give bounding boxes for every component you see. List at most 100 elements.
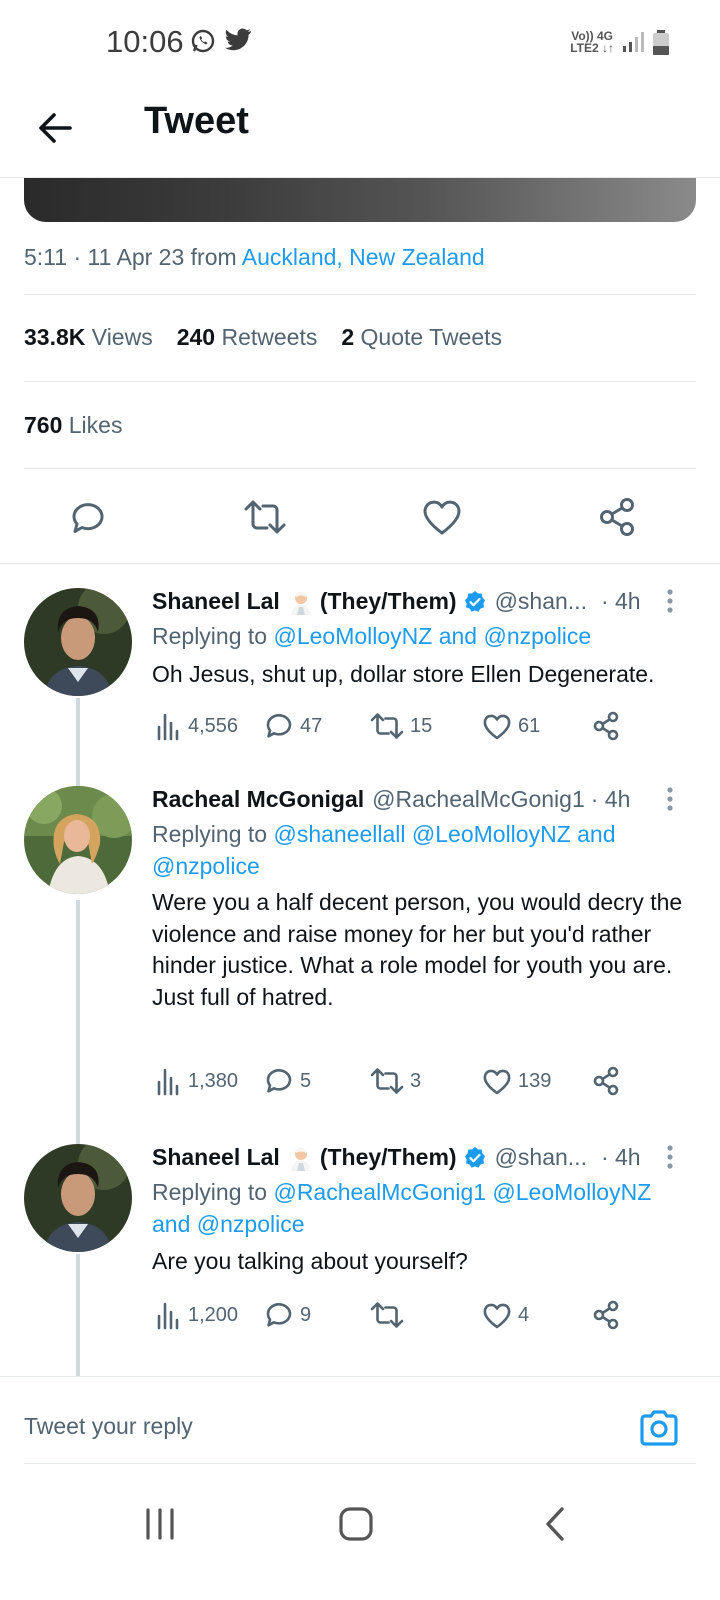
tweet-timestamp: 5:11 · 11 Apr 23 from Auckland, New Zeal… bbox=[24, 244, 485, 271]
share-icon bbox=[593, 1066, 619, 1096]
reply-input[interactable]: Tweet your reply bbox=[24, 1413, 193, 1440]
quotes-count: 2 bbox=[341, 324, 355, 350]
back-nav-icon[interactable] bbox=[536, 1504, 576, 1544]
divider bbox=[0, 563, 720, 564]
reply-text: Were you a half decent person, you would… bbox=[152, 889, 683, 1010]
avatar[interactable] bbox=[24, 786, 132, 894]
reply-text: Oh Jesus, shut up, dollar store Ellen De… bbox=[152, 661, 655, 687]
views-count: 1,380 bbox=[188, 1069, 239, 1092]
comment-action[interactable]: 47 bbox=[264, 708, 322, 744]
system-navigation-bar bbox=[0, 1466, 720, 1600]
author-handle[interactable]: @shan... bbox=[495, 1144, 587, 1171]
reply-composer[interactable]: Tweet your reply bbox=[0, 1376, 720, 1466]
author-pronouns: (They/Them) bbox=[319, 1144, 457, 1170]
reply-actions: 4,556 47 15 61 bbox=[152, 708, 672, 744]
more-options-icon[interactable] bbox=[664, 588, 676, 616]
like-icon bbox=[483, 1303, 511, 1329]
more-options-icon[interactable] bbox=[664, 1144, 676, 1172]
views-count: 1,200 bbox=[188, 1303, 239, 1326]
status-bar: 10:06 Vo)) 4G LTE2 ↓↑ bbox=[0, 0, 720, 88]
tweet-media-image[interactable] bbox=[24, 178, 696, 222]
reply-icon bbox=[266, 1303, 292, 1327]
replying-mentions[interactable]: @shaneellall @LeoMolloyNZ and bbox=[273, 821, 615, 847]
replying-mentions-continued[interactable]: @nzpolice bbox=[152, 853, 260, 879]
divider bbox=[24, 381, 696, 382]
views-count: 33.8K bbox=[24, 324, 86, 350]
replying-mentions-continued[interactable]: and @nzpolice bbox=[152, 1211, 305, 1237]
reply-icon bbox=[266, 1069, 292, 1093]
reply-header: Shaneel Lal (They/Them) @shan... · 4h bbox=[152, 1144, 641, 1171]
camera-icon[interactable] bbox=[638, 1409, 680, 1447]
share-action[interactable] bbox=[592, 1297, 622, 1333]
reply-time: · 4h bbox=[590, 786, 631, 812]
replying-to: Replying to @LeoMolloyNZ and @nzpolice bbox=[152, 620, 692, 652]
reply-actions: 1,380 5 3 139 bbox=[152, 1063, 672, 1099]
retweets-count: 15 bbox=[410, 714, 433, 737]
comment-action[interactable]: 5 bbox=[264, 1063, 311, 1099]
retweets-label: Retweets bbox=[221, 324, 318, 350]
quote-tweets-stat[interactable]: 2 Quote Tweets bbox=[341, 324, 502, 351]
avatar[interactable] bbox=[24, 588, 132, 696]
views-action[interactable]: 1,200 bbox=[156, 1297, 238, 1333]
emoji-icon bbox=[288, 1145, 314, 1171]
tweet-action-bar bbox=[0, 495, 720, 555]
analytics-icon bbox=[157, 713, 179, 741]
verified-badge-icon bbox=[463, 590, 487, 614]
reply-actions: 1,200 9 4 bbox=[152, 1297, 672, 1333]
views-action[interactable]: 4,556 bbox=[156, 708, 238, 744]
tweet-location-link[interactable]: Auckland, New Zealand bbox=[242, 244, 485, 270]
comments-count: 47 bbox=[300, 714, 323, 737]
like-action[interactable]: 139 bbox=[482, 1063, 551, 1099]
retweets-stat[interactable]: 240 Retweets bbox=[177, 324, 318, 351]
reply-header: Shaneel Lal (They/Them) @shan... · 4h bbox=[152, 588, 641, 615]
likes-count: 139 bbox=[518, 1069, 552, 1092]
recent-apps-icon[interactable] bbox=[140, 1504, 180, 1544]
replying-mentions[interactable]: @RachealMcGonig1 @LeoMolloyNZ bbox=[273, 1179, 651, 1205]
replying-to: Replying to @RachealMcGonig1 @LeoMolloyN… bbox=[152, 1176, 692, 1240]
reply-icon[interactable] bbox=[66, 495, 110, 539]
likes-label: Likes bbox=[68, 412, 123, 438]
replying-to: Replying to @shaneellall @LeoMolloyNZ an… bbox=[152, 818, 692, 882]
author-name[interactable]: Racheal McGonigal bbox=[152, 786, 364, 813]
quotes-label: Quote Tweets bbox=[360, 324, 503, 350]
retweet-icon bbox=[370, 713, 404, 739]
author-name[interactable]: Shaneel Lal bbox=[152, 1144, 280, 1171]
back-arrow-icon[interactable] bbox=[36, 108, 76, 148]
network-bottom-label: LTE2 ↓↑ bbox=[570, 41, 614, 55]
signal-icon bbox=[622, 30, 644, 59]
retweet-action[interactable]: 3 bbox=[370, 1063, 421, 1099]
author-handle[interactable]: @RachealMcGonig1 bbox=[372, 786, 585, 813]
replying-mentions[interactable]: @LeoMolloyNZ and @nzpolice bbox=[273, 623, 591, 649]
author-name[interactable]: Shaneel Lal bbox=[152, 588, 280, 615]
reply-tweet[interactable]: Shaneel Lal (They/Them) @shan... · 4h Re… bbox=[0, 588, 720, 778]
like-icon[interactable] bbox=[420, 495, 464, 539]
likes-stat[interactable]: 760 Likes bbox=[24, 412, 122, 439]
divider bbox=[24, 294, 696, 295]
home-icon[interactable] bbox=[336, 1504, 376, 1544]
retweet-action[interactable]: 15 bbox=[370, 708, 432, 744]
like-action[interactable]: 61 bbox=[482, 708, 540, 744]
more-options-icon[interactable] bbox=[664, 786, 676, 814]
share-action[interactable] bbox=[592, 708, 622, 744]
status-app-icons bbox=[190, 28, 252, 59]
retweet-icon[interactable] bbox=[242, 495, 286, 539]
reply-text: Are you talking about yourself? bbox=[152, 1248, 468, 1274]
share-icon[interactable] bbox=[596, 495, 640, 539]
avatar[interactable] bbox=[24, 1144, 132, 1252]
share-action[interactable] bbox=[592, 1063, 622, 1099]
divider bbox=[24, 468, 696, 469]
comment-action[interactable]: 9 bbox=[264, 1297, 311, 1333]
status-indicators: Vo)) 4G LTE2 ↓↑ bbox=[570, 30, 670, 61]
battery-icon bbox=[652, 30, 670, 61]
like-action[interactable]: 4 bbox=[482, 1297, 529, 1333]
status-time: 10:06 bbox=[106, 24, 184, 59]
retweet-action[interactable] bbox=[370, 1297, 410, 1333]
emoji-icon bbox=[288, 589, 314, 615]
twitter-icon bbox=[224, 28, 252, 59]
reply-tweet[interactable]: Racheal McGonigal @RachealMcGonig1 · 4h … bbox=[0, 786, 720, 1126]
replying-prefix: Replying to bbox=[152, 821, 274, 847]
author-handle[interactable]: @shan... bbox=[495, 588, 587, 615]
views-action[interactable]: 1,380 bbox=[156, 1063, 238, 1099]
reply-time: · 4h bbox=[600, 1144, 641, 1170]
reply-tweet[interactable]: Shaneel Lal (They/Them) @shan... · 4h Re… bbox=[0, 1144, 720, 1344]
